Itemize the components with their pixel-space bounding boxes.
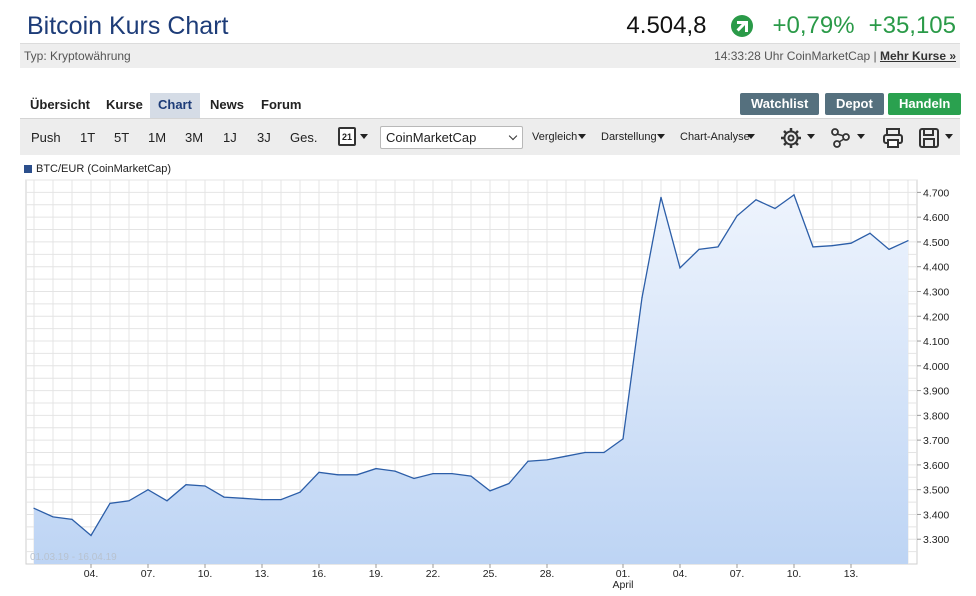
data-point	[356, 474, 358, 476]
y-tick-label: 3.800	[923, 410, 949, 422]
data-point	[128, 500, 130, 502]
x-tick-label: 07.	[730, 568, 745, 580]
data-point	[109, 502, 111, 504]
x-tick-label: 04.	[673, 568, 688, 580]
x-tick-label: 25.	[483, 568, 498, 580]
data-point	[261, 498, 263, 501]
data-point	[299, 491, 301, 493]
data-point	[565, 455, 567, 457]
y-tick-label: 4.100	[923, 336, 949, 348]
data-point	[337, 474, 339, 476]
data-point	[489, 490, 491, 492]
y-tick-label: 4.000	[923, 361, 949, 373]
data-point	[717, 246, 719, 248]
x-tick-label: 07.	[141, 568, 156, 580]
date-range-label: 01.03.19 - 16.04.19	[30, 552, 117, 563]
x-tick-label: 28.	[540, 568, 555, 580]
y-tick-label: 3.600	[923, 460, 949, 472]
data-point	[641, 297, 643, 299]
data-point	[204, 485, 206, 487]
data-point	[888, 248, 890, 250]
data-point	[470, 475, 472, 477]
data-point	[603, 451, 605, 454]
x-tick-label: 10.	[787, 568, 802, 580]
x-tick-label: 19.	[369, 568, 384, 580]
data-point	[622, 438, 624, 440]
data-point	[394, 470, 396, 472]
y-tick-label: 4.400	[923, 262, 949, 274]
data-point	[527, 460, 529, 462]
data-point	[831, 245, 833, 247]
data-point	[71, 518, 73, 521]
data-point	[584, 451, 586, 454]
y-tick-label: 3.500	[923, 485, 949, 497]
month-label: April	[612, 579, 633, 591]
y-tick-label: 4.600	[923, 212, 949, 224]
data-point	[907, 240, 909, 242]
data-point	[812, 246, 814, 248]
price-chart: 3.300 3.400 3.500 3.600 3.700 3.800 3.900 4.000…	[25, 179, 949, 591]
data-point	[793, 194, 795, 196]
data-point	[413, 477, 415, 480]
y-tick-label: 4.300	[923, 286, 949, 298]
data-point	[318, 471, 320, 473]
data-point	[166, 500, 168, 502]
data-point	[185, 484, 187, 486]
data-point	[90, 534, 92, 537]
data-point	[33, 507, 35, 509]
x-tick-label: 16.	[312, 568, 327, 580]
data-point	[242, 497, 244, 499]
x-tick-label: 04.	[84, 568, 99, 580]
data-point	[736, 215, 738, 217]
y-tick-label: 3.400	[923, 509, 949, 521]
data-point	[850, 242, 852, 244]
data-point	[546, 459, 548, 461]
x-tick-label: 10.	[198, 568, 213, 580]
data-point	[679, 267, 681, 269]
data-point	[869, 232, 871, 234]
data-point	[698, 248, 700, 250]
data-point	[660, 196, 662, 198]
data-point	[755, 199, 757, 201]
data-point	[52, 516, 54, 518]
data-point	[774, 207, 776, 210]
y-tick-label: 4.500	[923, 237, 949, 249]
y-tick-label: 3.300	[923, 534, 949, 546]
data-point	[451, 472, 453, 475]
data-point	[280, 498, 282, 501]
data-point	[147, 489, 149, 491]
y-tick-label: 4.200	[923, 311, 949, 323]
x-tick-label: 13.	[255, 568, 270, 580]
y-tick-label: 4.700	[923, 187, 949, 199]
y-tick-label: 3.900	[923, 386, 949, 398]
x-tick-label: 13.	[844, 568, 859, 580]
data-point	[432, 472, 434, 475]
data-point	[508, 482, 510, 485]
x-tick-label: 22.	[426, 568, 441, 580]
data-point	[375, 468, 377, 470]
y-tick-label: 3.700	[923, 435, 949, 447]
data-point	[223, 496, 225, 498]
